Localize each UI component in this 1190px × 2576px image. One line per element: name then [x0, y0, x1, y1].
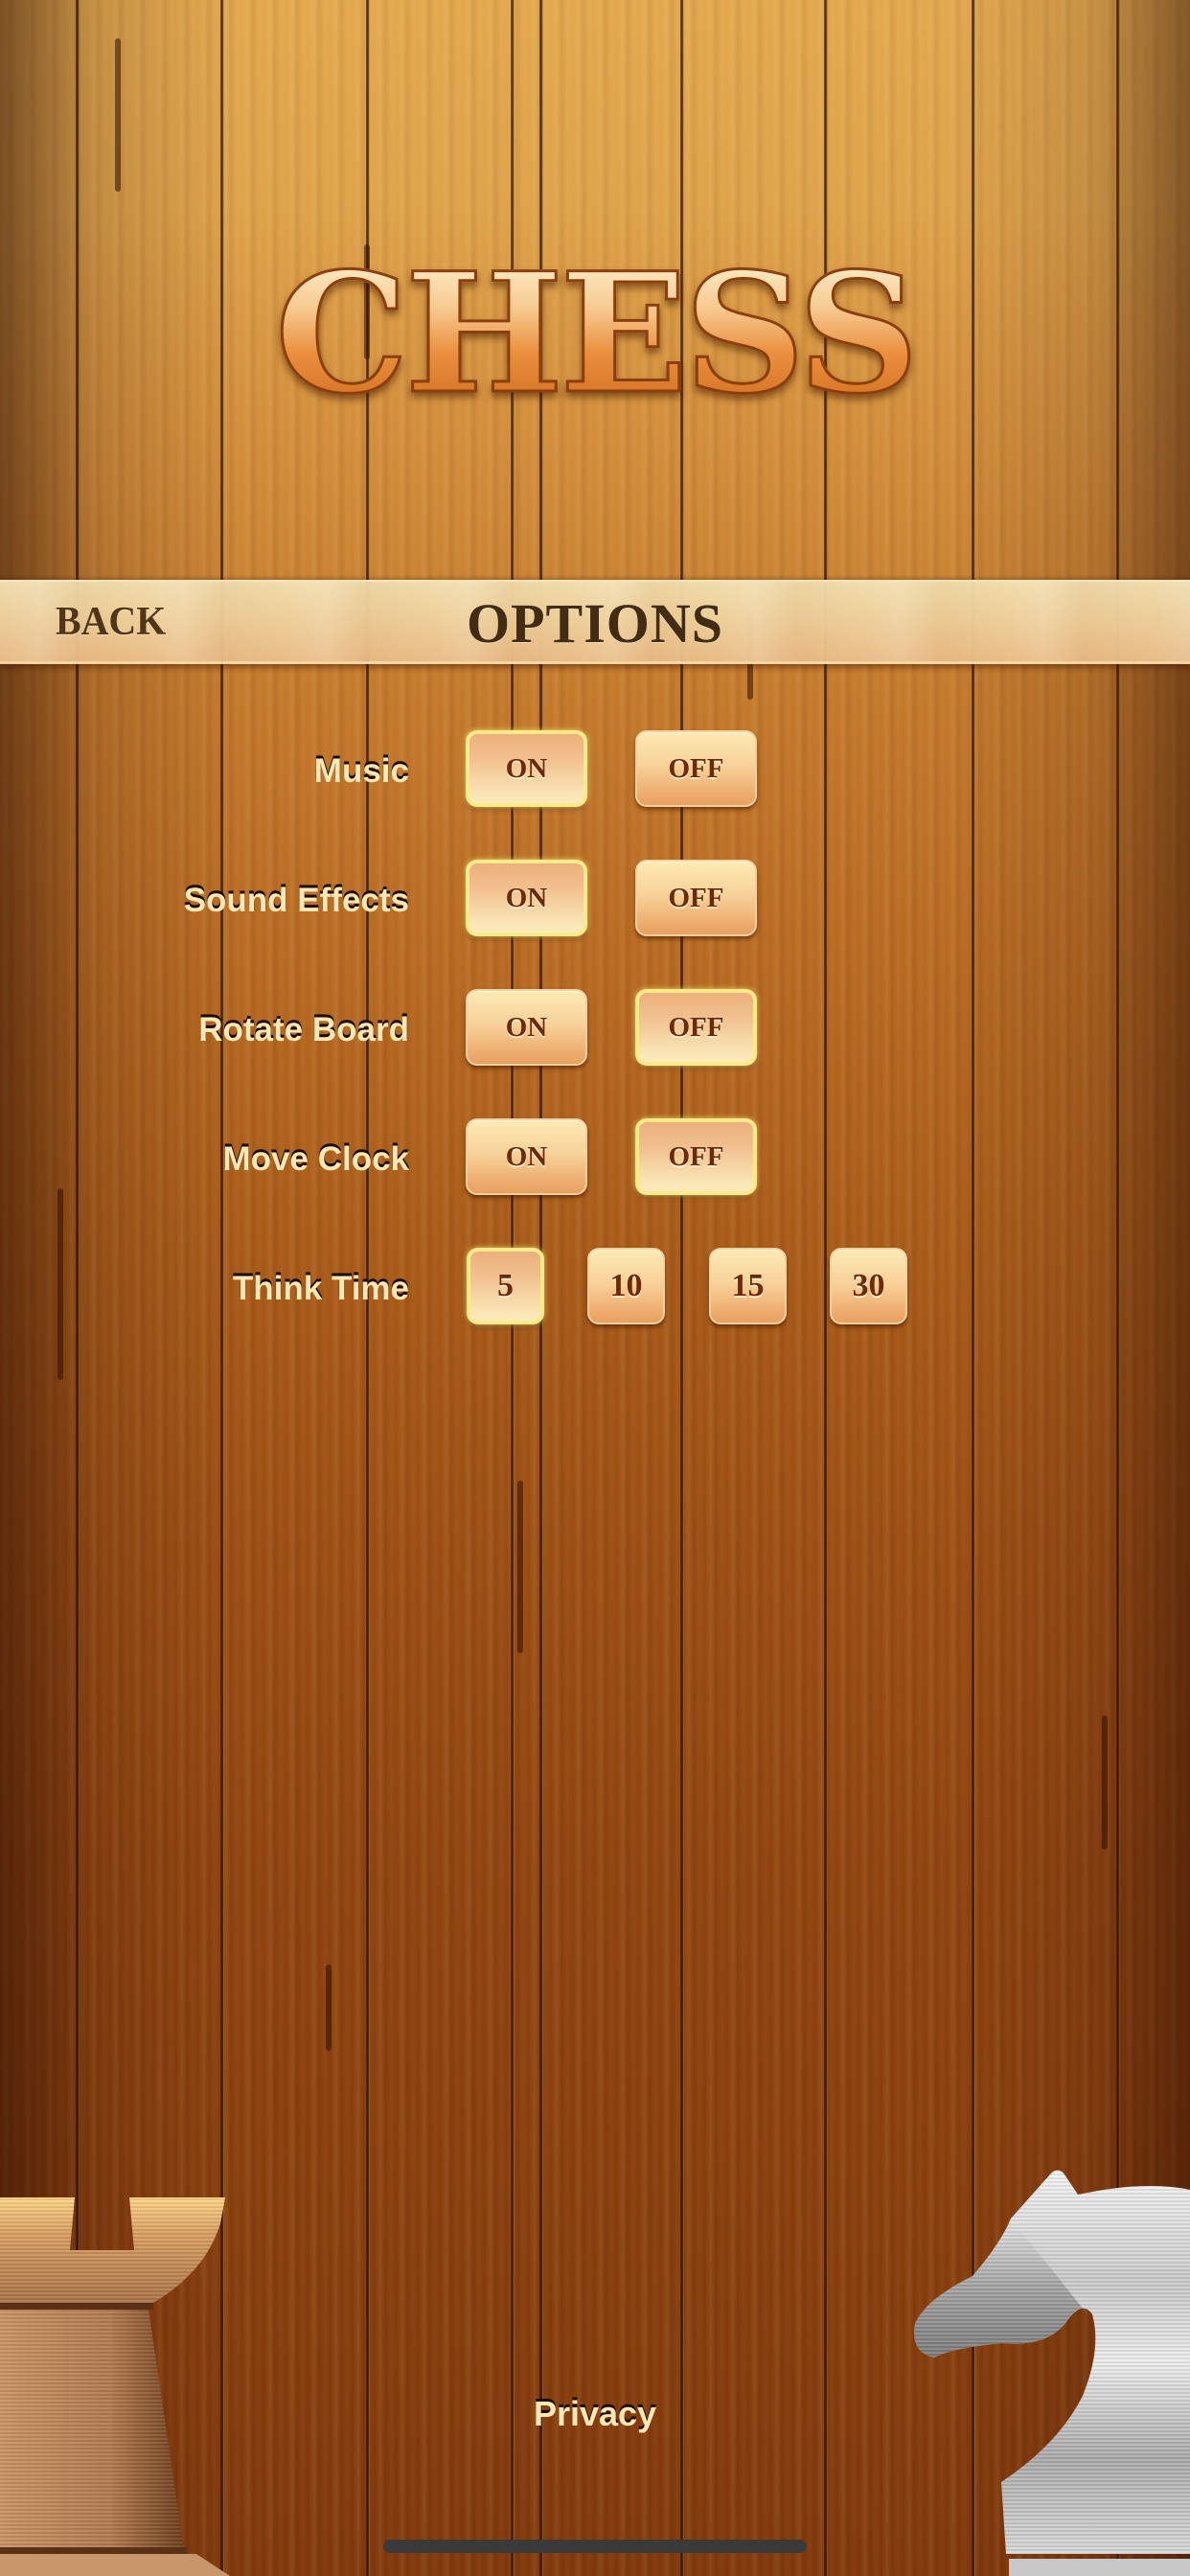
think-time-label: Think Time [232, 1270, 409, 1307]
rotate-board-off-button[interactable]: OFF [635, 989, 757, 1066]
page-title: OPTIONS [466, 592, 724, 655]
music-label: Music [313, 752, 409, 790]
move-clock-label: Move Clock [222, 1140, 410, 1178]
rotate-board-on-button[interactable]: ON [466, 989, 587, 1066]
sound-effects-off-button[interactable]: OFF [635, 860, 757, 936]
move-clock-on-button[interactable]: ON [466, 1118, 587, 1195]
sound-effects-on-button[interactable]: ON [466, 860, 587, 936]
rotate-board-label: Rotate Board [198, 1011, 409, 1048]
think-time-15-button[interactable]: 15 [709, 1248, 787, 1324]
think-time-10-button[interactable]: 10 [587, 1248, 665, 1324]
options-header-bar: BACK OPTIONS [0, 580, 1190, 664]
privacy-link[interactable]: Privacy [0, 2394, 1190, 2434]
move-clock-off-button[interactable]: OFF [635, 1118, 757, 1195]
think-time-5-button[interactable]: 5 [467, 1248, 544, 1324]
app-title: CHESS [0, 249, 1190, 417]
knight-icon [914, 2170, 1190, 2576]
think-time-30-button[interactable]: 30 [830, 1248, 907, 1324]
sound-effects-label: Sound Effects [183, 882, 409, 919]
rook-icon [0, 2197, 230, 2576]
home-indicator[interactable] [383, 2540, 807, 2553]
music-off-button[interactable]: OFF [635, 730, 757, 807]
music-on-button[interactable]: ON [466, 730, 587, 807]
